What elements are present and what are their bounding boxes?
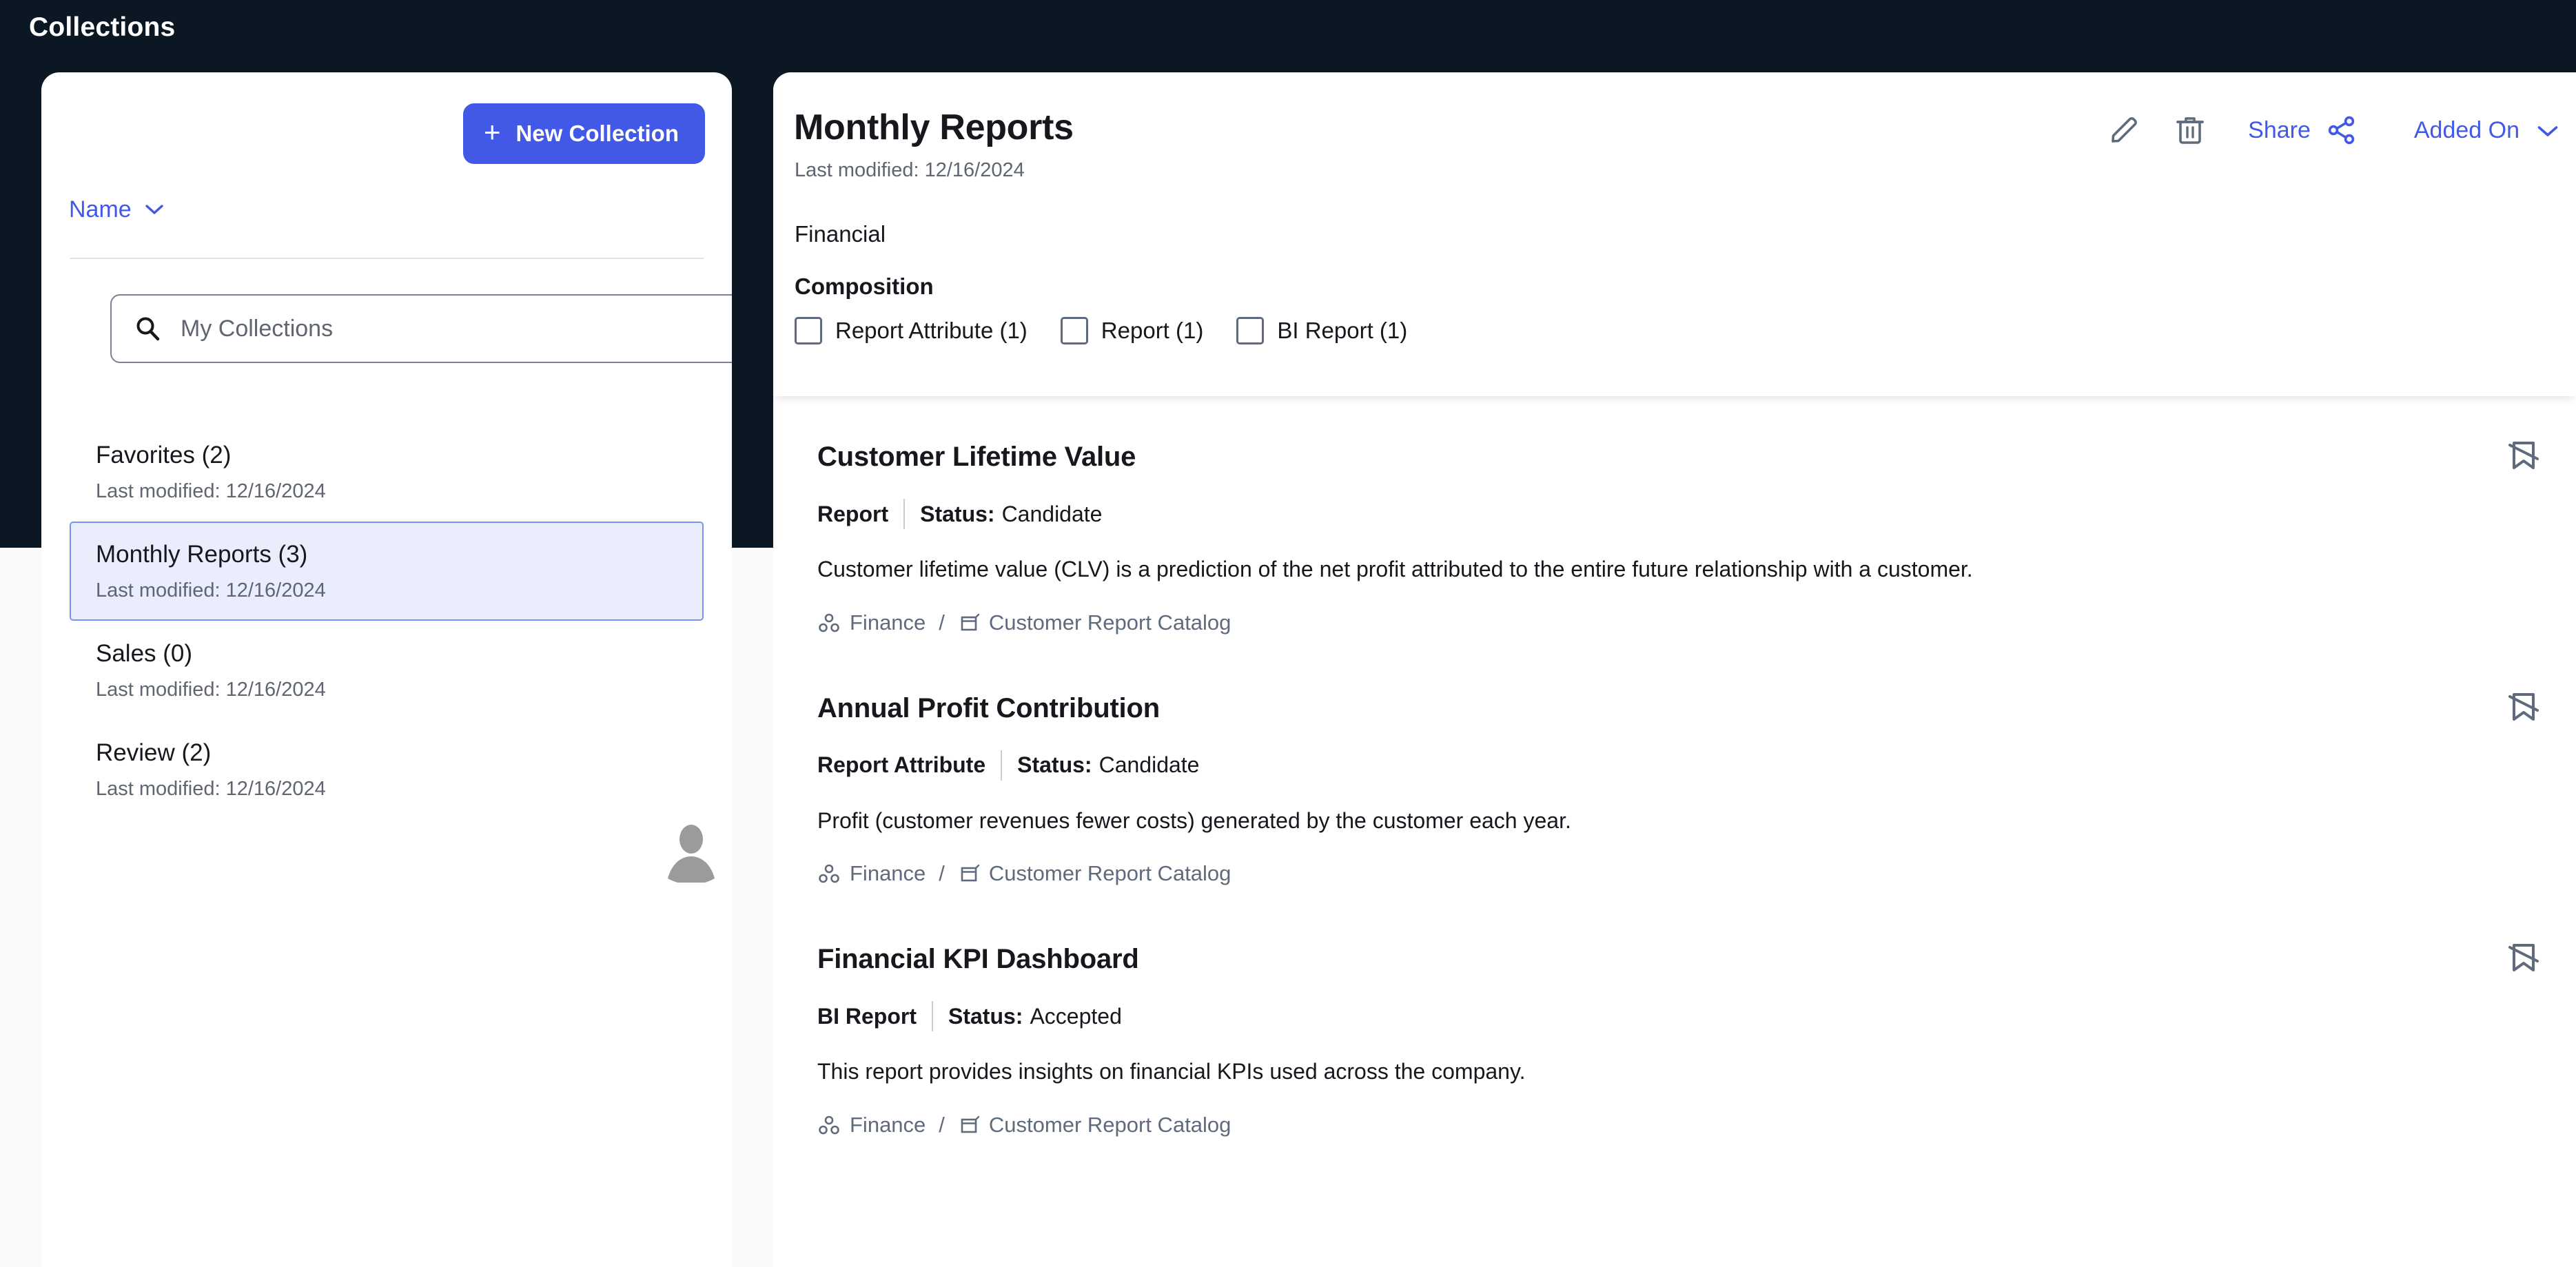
collection-list-item[interactable]: Favorites (2) Last modified: 12/16/2024	[70, 422, 704, 522]
meta-divider	[1001, 750, 1003, 781]
collection-name: Favorites (2)	[96, 442, 232, 468]
meta-divider	[903, 499, 906, 529]
pencil-icon	[2107, 113, 2141, 147]
item-breadcrumb[interactable]: Finance / Customer Report Catalog	[817, 1113, 2500, 1137]
collection-list-item[interactable]: Sales (0) Last modified: 12/16/2024	[70, 621, 704, 720]
collection-item-card[interactable]: Customer Lifetime Value Report Status: C…	[773, 411, 2576, 663]
collection-name: Sales (0)	[96, 640, 193, 667]
detail-header-actions: Share Added On	[2083, 105, 2558, 155]
item-description: Profit (customer revenues fewer costs) g…	[817, 807, 1571, 833]
composition-filter-label: BI Report (1)	[1277, 318, 1408, 343]
share-button[interactable]: Share	[2248, 114, 2358, 146]
collection-list-item-selected[interactable]: Monthly Reports (3) Last modified: 12/16…	[70, 522, 704, 621]
sort-label: Added On	[2413, 116, 2519, 143]
breadcrumb-folder: Customer Report Catalog	[988, 1112, 1231, 1137]
item-description: Customer lifetime value (CLV) is a predi…	[817, 557, 1973, 581]
collection-detail-panel: Monthly Reports Last modified: 12/16/202…	[773, 72, 2576, 1267]
item-status-label: Status:	[920, 501, 995, 526]
detail-header: Monthly Reports Last modified: 12/16/202…	[773, 72, 2576, 396]
new-collection-button[interactable]: + New Collection	[462, 103, 705, 164]
meta-divider	[932, 1001, 933, 1032]
item-type: Report	[817, 501, 889, 526]
delete-button[interactable]	[2165, 105, 2215, 155]
search-input[interactable]	[181, 315, 718, 342]
hierarchy-icon	[817, 611, 841, 635]
item-meta: Report Status: Candidate	[817, 499, 2500, 529]
item-breadcrumb[interactable]: Finance / Customer Report Catalog	[817, 610, 2500, 635]
bookmark-remove-icon[interactable]	[2504, 938, 2543, 977]
bookmark-remove-icon[interactable]	[2504, 688, 2543, 726]
composition-filter-bi-report[interactable]: BI Report (1)	[1236, 317, 1407, 344]
item-breadcrumb[interactable]: Finance / Customer Report Catalog	[817, 861, 2500, 886]
new-collection-label: New Collection	[515, 121, 679, 146]
bookmark-remove-icon[interactable]	[2504, 436, 2543, 475]
sidebar-divider	[70, 258, 704, 259]
item-status-value: Candidate	[1098, 752, 1200, 778]
collection-name: Monthly Reports (3)	[96, 541, 308, 568]
chevron-down-icon	[2537, 125, 2558, 136]
share-icon	[2326, 114, 2358, 146]
collection-name: Review (2)	[96, 739, 212, 766]
chevron-down-icon	[145, 205, 163, 215]
breadcrumb-folder: Customer Report Catalog	[988, 861, 1231, 886]
item-meta: BI Report Status: Accepted	[817, 1001, 2500, 1032]
breadcrumb-separator: /	[939, 861, 945, 886]
breadcrumb-project: Finance	[850, 610, 926, 635]
user-avatar-icon[interactable]	[658, 816, 724, 883]
composition-filter-row: Report Attribute (1) Report (1) BI Repor…	[795, 317, 1440, 344]
collection-modified: Last modified: 12/16/2024	[96, 480, 326, 502]
breadcrumb-separator: /	[939, 610, 945, 635]
checkbox-icon[interactable]	[1236, 317, 1265, 344]
composition-heading: Composition	[795, 274, 934, 299]
collection-list: Favorites (2) Last modified: 12/16/2024 …	[41, 422, 732, 819]
hierarchy-icon	[817, 862, 841, 885]
item-title: Annual Profit Contribution	[817, 692, 1160, 723]
composition-filter-report[interactable]: Report (1)	[1060, 317, 1204, 344]
item-title: Customer Lifetime Value	[817, 442, 1136, 472]
sidebar-sort-dropdown[interactable]: Name	[69, 196, 163, 223]
item-status-value: Candidate	[1001, 501, 1103, 526]
plus-icon: +	[483, 116, 501, 148]
collection-items-list: Customer Lifetime Value Report Status: C…	[773, 396, 2576, 1165]
item-title: Financial KPI Dashboard	[817, 944, 1139, 975]
sort-dropdown-added-on[interactable]: Added On	[2413, 116, 2558, 144]
breadcrumb-folder: Customer Report Catalog	[988, 610, 1231, 635]
cube-icon	[958, 612, 980, 634]
breadcrumb-separator: /	[939, 1112, 945, 1137]
item-status-label: Status:	[948, 1003, 1023, 1029]
item-status-value: Accepted	[1030, 1003, 1122, 1029]
composition-filter-label: Report (1)	[1101, 318, 1204, 343]
item-description: This report provides insights on financi…	[817, 1059, 1526, 1084]
collection-modified: Last modified: 12/16/2024	[96, 678, 326, 701]
collection-item-card[interactable]: Financial KPI Dashboard BI Report Status…	[773, 914, 2576, 1165]
share-label: Share	[2248, 116, 2311, 143]
composition-filter-report-attribute[interactable]: Report Attribute (1)	[795, 317, 1028, 344]
breadcrumb-project: Finance	[850, 861, 926, 886]
search-box[interactable]	[110, 294, 732, 363]
hierarchy-icon	[817, 1113, 841, 1137]
breadcrumb-project: Finance	[850, 1112, 926, 1137]
collection-item-card[interactable]: Annual Profit Contribution Report Attrib…	[773, 663, 2576, 914]
cube-icon	[958, 1114, 980, 1136]
composition-filter-label: Report Attribute (1)	[835, 318, 1028, 343]
detail-last-modified: Last modified: 12/16/2024	[795, 159, 1025, 181]
item-meta: Report Attribute Status: Candidate	[817, 750, 2500, 781]
edit-button[interactable]	[2099, 105, 2149, 155]
detail-description: Financial	[795, 221, 886, 247]
collections-sidebar-panel: + New Collection Name Favorites (2) Last…	[41, 72, 732, 1267]
search-icon	[134, 315, 161, 342]
collection-modified: Last modified: 12/16/2024	[96, 579, 326, 601]
trash-icon	[2173, 113, 2207, 147]
collection-list-item[interactable]: Review (2) Last modified: 12/16/2024	[70, 720, 704, 819]
checkbox-icon[interactable]	[1060, 317, 1088, 344]
item-type: Report Attribute	[817, 752, 986, 778]
sidebar-sort-label: Name	[69, 196, 132, 223]
detail-title: Monthly Reports	[794, 107, 1074, 147]
item-status-label: Status:	[1017, 752, 1092, 778]
item-type: BI Report	[817, 1003, 917, 1029]
collection-modified: Last modified: 12/16/2024	[96, 777, 326, 800]
page-title: Collections	[29, 12, 176, 42]
cube-icon	[958, 863, 980, 885]
checkbox-icon[interactable]	[795, 317, 822, 344]
